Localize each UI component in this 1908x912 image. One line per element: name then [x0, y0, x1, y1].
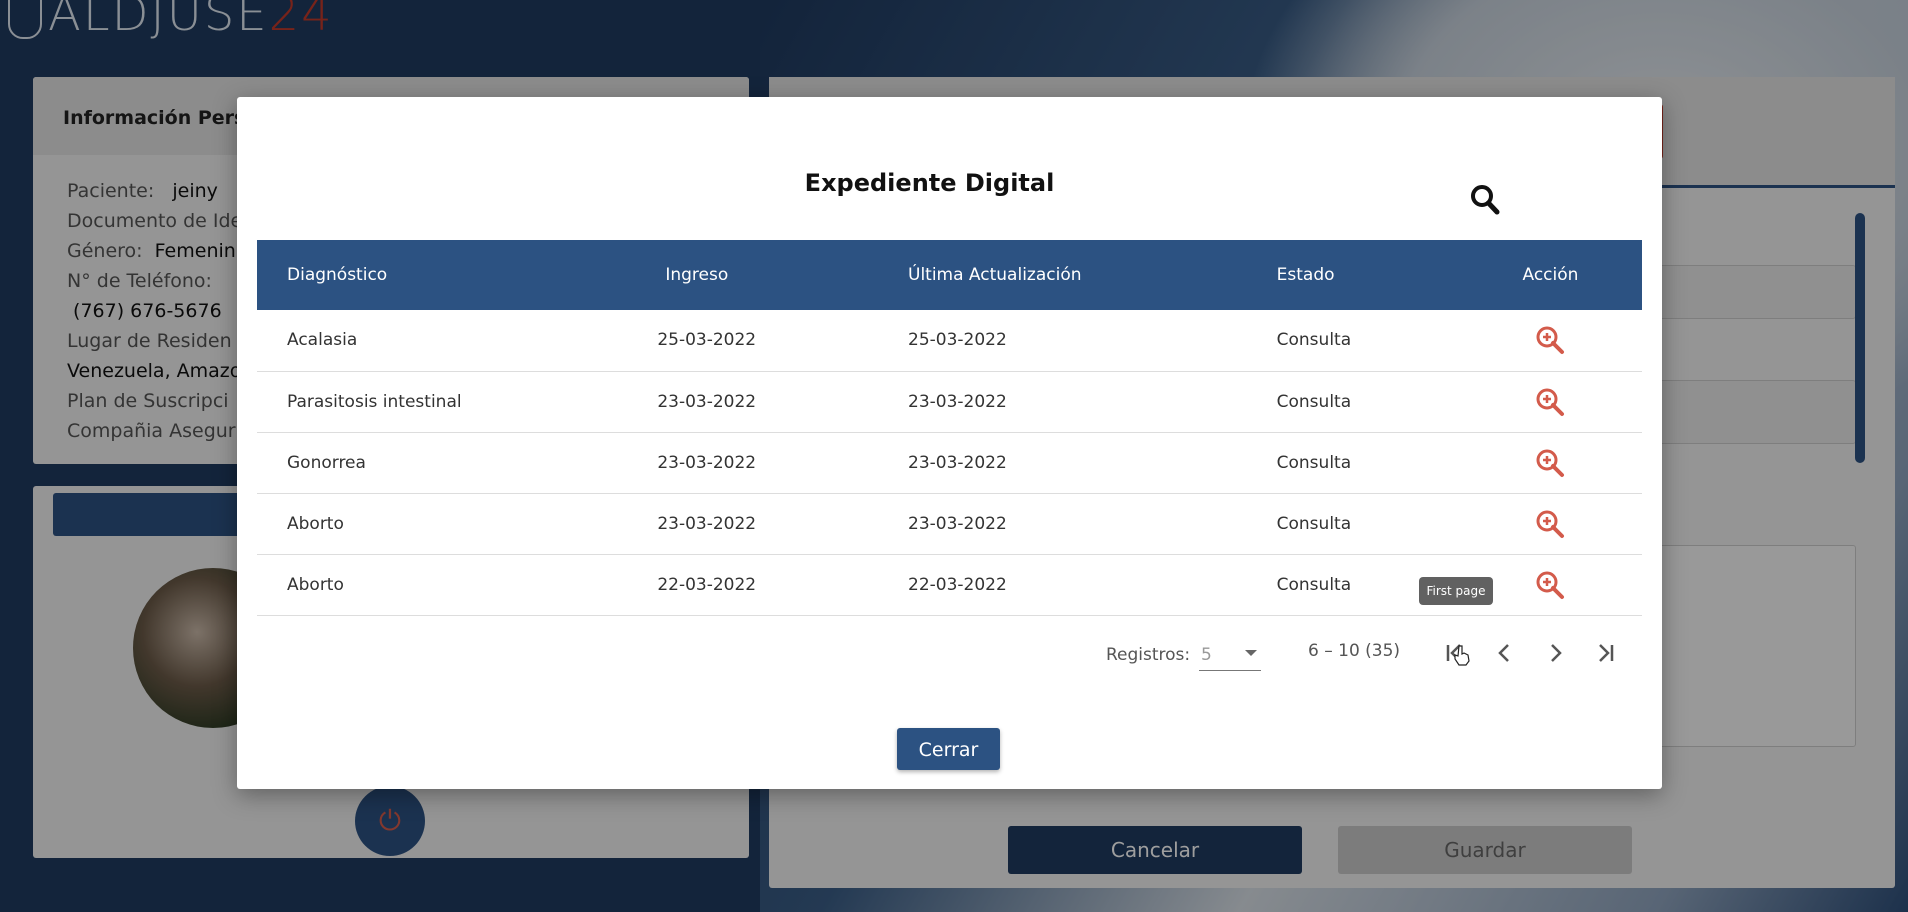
column-header[interactable]: Acción: [1459, 240, 1642, 310]
column-header[interactable]: Estado: [1247, 240, 1459, 310]
cell-ingreso: 22-03-2022: [657, 574, 757, 595]
column-header[interactable]: Ingreso: [627, 240, 878, 310]
previous-page-icon[interactable]: [1489, 637, 1521, 669]
cell-estado: Consulta: [1276, 330, 1352, 351]
zoom-in-icon[interactable]: [1535, 325, 1565, 355]
cell-actualizacion: 23-03-2022: [908, 391, 1007, 412]
zoom-in-icon[interactable]: [1535, 509, 1565, 539]
first-page-tooltip: First page: [1419, 577, 1493, 605]
cell-diagnostico: Aborto: [287, 513, 344, 534]
cell-accion: [1459, 493, 1642, 554]
cell-actualizacion: 22-03-2022: [908, 574, 1007, 595]
table-row: Acalasia 25-03-2022 25-03-2022 Consulta: [257, 310, 1642, 371]
zoom-in-icon[interactable]: [1535, 448, 1565, 478]
column-header[interactable]: Última Actualización: [878, 240, 1247, 310]
cell-diagnostico: Parasitosis intestinal: [287, 391, 462, 412]
page-size-value: 5: [1201, 645, 1212, 665]
page-size-label: Registros:: [1106, 645, 1191, 665]
last-page-icon[interactable]: [1589, 637, 1621, 669]
table-row: Parasitosis intestinal 23-03-2022 23-03-…: [257, 371, 1642, 432]
zoom-in-icon[interactable]: [1535, 570, 1565, 600]
cell-accion: [1459, 432, 1642, 493]
table-row: Aborto 23-03-2022 23-03-2022 Consulta: [257, 493, 1642, 554]
cell-ingreso: 23-03-2022: [657, 391, 757, 412]
hand-cursor-icon: [1454, 645, 1470, 666]
close-button[interactable]: Cerrar: [897, 728, 1000, 770]
records-table: Diagnóstico Ingreso Última Actualización…: [257, 240, 1642, 616]
zoom-in-icon[interactable]: [1535, 387, 1565, 417]
cell-diagnostico: Gonorrea: [287, 452, 366, 473]
cell-estado: Consulta: [1276, 391, 1352, 412]
cell-accion: [1459, 310, 1642, 371]
table-row: Gonorrea 23-03-2022 23-03-2022 Consulta: [257, 432, 1642, 493]
cell-actualizacion: 25-03-2022: [908, 330, 1007, 351]
chevron-down-icon: [1245, 650, 1257, 656]
cell-ingreso: 23-03-2022: [657, 452, 757, 473]
next-page-icon[interactable]: [1539, 637, 1571, 669]
modal-title: Expediente Digital: [804, 169, 1055, 197]
cell-ingreso: 25-03-2022: [657, 330, 757, 351]
cell-estado: Consulta: [1276, 452, 1352, 473]
search-icon[interactable]: [1470, 183, 1500, 217]
cell-diagnostico: Aborto: [287, 574, 344, 595]
digital-record-modal: Expediente Digital Diagnóstico Ingreso Ú…: [237, 97, 1662, 789]
column-header[interactable]: Diagnóstico: [257, 240, 627, 310]
page-size-select[interactable]: 5: [1199, 640, 1261, 671]
table-header-row: Diagnóstico Ingreso Última Actualización…: [257, 240, 1642, 310]
cell-accion: [1459, 371, 1642, 432]
cell-estado: Consulta: [1276, 513, 1352, 534]
cell-ingreso: 23-03-2022: [657, 513, 757, 534]
cell-actualizacion: 23-03-2022: [908, 452, 1007, 473]
paginator: Registros: 5 6 – 10 (35): [237, 635, 1662, 675]
cell-actualizacion: 23-03-2022: [908, 513, 1007, 534]
cell-diagnostico: Acalasia: [287, 330, 358, 351]
page-range: 6 – 10 (35): [1308, 641, 1401, 661]
